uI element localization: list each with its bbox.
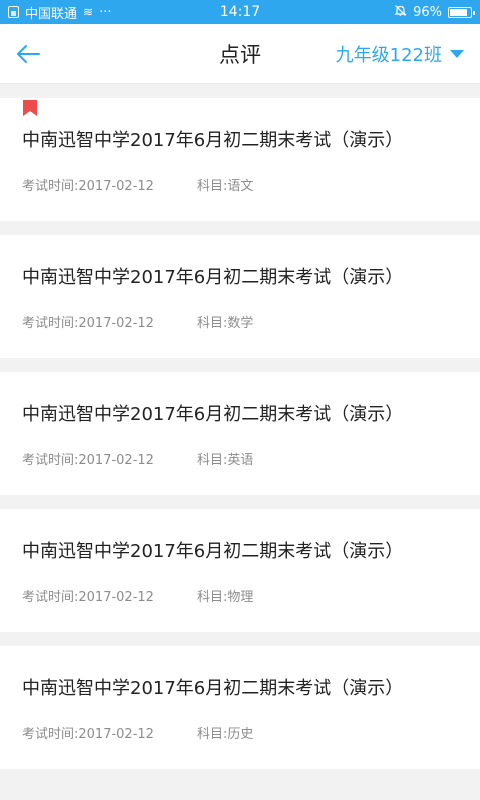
status-left: 中国联通 ≋ ··· xyxy=(8,3,111,22)
exam-date: 考试时间:2017-02-12 xyxy=(22,727,154,742)
bell-off-icon xyxy=(394,4,407,21)
exam-title: 中南迅智中学2017年6月初二期末考试（演示） xyxy=(22,267,404,288)
exam-date: 考试时间:2017-02-12 xyxy=(22,453,154,468)
exam-date: 考试时间:2017-02-12 xyxy=(22,316,154,331)
battery-icon xyxy=(448,6,475,18)
class-selector[interactable]: 九年级122班 xyxy=(336,24,464,84)
carrier-name: 中国联通 xyxy=(25,6,78,22)
exam-meta: 考试时间:2017-02-12 科目:英语 xyxy=(22,449,253,468)
exam-title: 中南迅智中学2017年6月初二期末考试（演示） xyxy=(22,404,404,425)
status-bar: 中国联通 ≋ ··· 14:17 96% xyxy=(0,0,480,24)
notification-dots: ··· xyxy=(99,4,112,20)
exam-list: 中南迅智中学2017年6月初二期末考试（演示） 考试时间:2017-02-12 … xyxy=(0,84,480,769)
exam-date: 考试时间:2017-02-12 xyxy=(22,590,154,605)
exam-subject: 科目:物理 xyxy=(197,590,254,605)
exam-card[interactable]: 中南迅智中学2017年6月初二期末考试（演示） 考试时间:2017-02-12 … xyxy=(0,372,480,495)
exam-meta: 考试时间:2017-02-12 科目:语文 xyxy=(22,175,253,194)
class-selector-label: 九年级122班 xyxy=(335,45,442,66)
exam-card[interactable]: 中南迅智中学2017年6月初二期末考试（演示） 考试时间:2017-02-12 … xyxy=(0,98,480,221)
wifi-icon: ≋ xyxy=(83,5,94,19)
exam-title: 中南迅智中学2017年6月初二期末考试（演示） xyxy=(22,130,404,151)
exam-card[interactable]: 中南迅智中学2017年6月初二期末考试（演示） 考试时间:2017-02-12 … xyxy=(0,235,480,358)
exam-subject: 科目:历史 xyxy=(197,727,254,742)
signal-icon xyxy=(8,6,19,18)
exam-date: 考试时间:2017-02-12 xyxy=(22,179,154,194)
exam-meta: 考试时间:2017-02-12 科目:数学 xyxy=(22,312,253,331)
caret-down-icon xyxy=(450,50,464,58)
exam-card[interactable]: 中南迅智中学2017年6月初二期末考试（演示） 考试时间:2017-02-12 … xyxy=(0,646,480,769)
header: 点评 九年级122班 xyxy=(0,24,480,84)
exam-subject: 科目:数学 xyxy=(197,316,254,331)
exam-subject: 科目:英语 xyxy=(197,453,254,468)
exam-meta: 考试时间:2017-02-12 科目:物理 xyxy=(22,586,253,605)
status-right: 96% xyxy=(394,4,475,21)
arrow-left-icon xyxy=(17,44,40,63)
exam-title: 中南迅智中学2017年6月初二期末考试（演示） xyxy=(22,678,404,699)
exam-subject: 科目:语文 xyxy=(197,179,254,194)
battery-percent: 96% xyxy=(413,4,442,20)
bookmark-icon xyxy=(23,100,37,116)
exam-title: 中南迅智中学2017年6月初二期末考试（演示） xyxy=(22,541,404,562)
back-button[interactable] xyxy=(0,24,56,84)
exam-card[interactable]: 中南迅智中学2017年6月初二期末考试（演示） 考试时间:2017-02-12 … xyxy=(0,509,480,632)
exam-meta: 考试时间:2017-02-12 科目:历史 xyxy=(22,723,253,742)
